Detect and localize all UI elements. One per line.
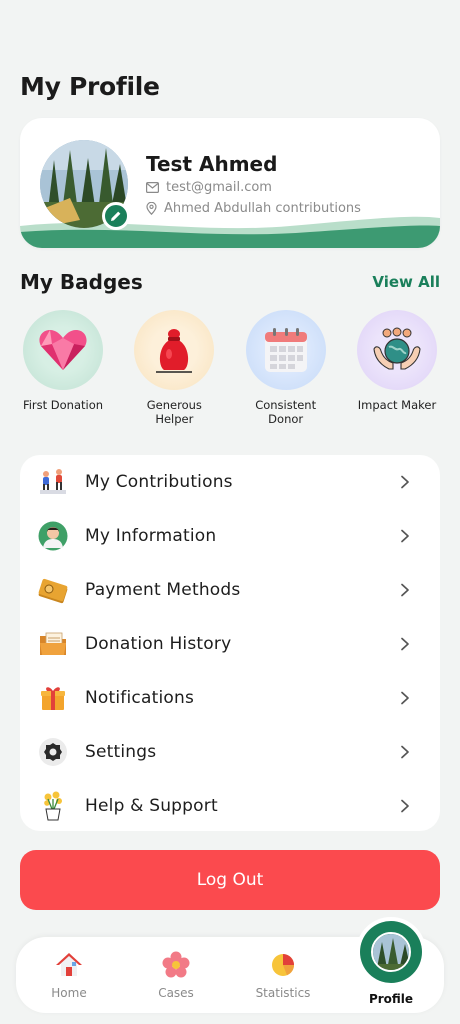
profile-location-row: Ahmed Abdullah contributions xyxy=(146,201,361,216)
badge-label: Impact Maker xyxy=(357,398,437,412)
chevron-right-icon xyxy=(401,529,409,543)
badge-consistent-donor[interactable]: Consistent Donor xyxy=(233,310,339,430)
menu-item-help-support[interactable]: Help & Support xyxy=(20,779,440,833)
menu-label: My Contributions xyxy=(85,472,233,492)
menu-item-donation-history[interactable]: Donation History xyxy=(20,617,440,671)
menu-label: Settings xyxy=(85,742,157,762)
menu-item-payment-methods[interactable]: Payment Methods xyxy=(20,563,440,617)
menu-label: Notifications xyxy=(85,688,194,708)
gear-icon xyxy=(36,735,70,769)
flower-icon xyxy=(162,951,190,978)
menu-label: Help & Support xyxy=(85,796,218,816)
badge-label: First Donation xyxy=(22,398,104,412)
profile-email: test@gmail.com xyxy=(166,180,272,195)
nav-item-cases[interactable]: Cases xyxy=(126,937,226,1013)
badges-title: My Badges xyxy=(20,270,143,294)
bottom-navigation: Home Cases Statistics Profile xyxy=(16,921,444,1013)
flower-pot-icon xyxy=(36,789,70,823)
badge-label: Generous Helper xyxy=(146,398,202,426)
menu-label: Payment Methods xyxy=(85,580,241,600)
chevron-right-icon xyxy=(401,799,409,813)
pencil-icon xyxy=(111,211,121,221)
nav-label-profile: Profile xyxy=(368,992,414,1006)
menu-item-my-contributions[interactable]: My Contributions xyxy=(20,455,440,509)
home-icon xyxy=(56,953,82,976)
chevron-right-icon xyxy=(401,583,409,597)
nav-item-profile[interactable] xyxy=(360,921,422,983)
nav-label: Cases xyxy=(158,986,194,1000)
wallet-icon xyxy=(36,573,70,607)
profile-menu: My Contributions My Information Payment … xyxy=(20,455,440,831)
badge-generous-helper[interactable]: Generous Helper xyxy=(121,310,227,430)
badge-first-donation[interactable]: First Donation xyxy=(10,310,116,430)
edit-profile-button[interactable] xyxy=(102,202,130,230)
nav-item-home[interactable]: Home xyxy=(19,937,119,1013)
profile-avatar[interactable] xyxy=(40,140,130,230)
page-title: My Profile xyxy=(20,72,160,101)
chevron-right-icon xyxy=(401,745,409,759)
menu-item-notifications[interactable]: Notifications xyxy=(20,671,440,725)
badge-label: Consistent Donor xyxy=(255,398,317,426)
location-pin-icon xyxy=(146,202,157,215)
nav-label: Statistics xyxy=(255,986,311,1000)
globe-hands-icon xyxy=(356,310,437,390)
mail-icon xyxy=(146,182,159,193)
badge-impact-maker[interactable]: Impact Maker xyxy=(344,310,450,430)
contributions-icon xyxy=(36,465,70,499)
menu-item-settings[interactable]: Settings xyxy=(20,725,440,779)
chevron-right-icon xyxy=(401,475,409,489)
menu-label: Donation History xyxy=(85,634,232,654)
chevron-right-icon xyxy=(401,637,409,651)
badges-row: First Donation Generous Helper Consisten… xyxy=(10,310,450,430)
profile-location: Ahmed Abdullah contributions xyxy=(164,201,361,216)
folder-icon xyxy=(36,627,70,661)
avatar-icon xyxy=(371,932,411,972)
profile-name: Test Ahmed xyxy=(146,152,278,176)
calendar-icon xyxy=(245,310,326,390)
nav-item-statistics[interactable]: Statistics xyxy=(233,937,333,1013)
menu-item-my-information[interactable]: My Information xyxy=(20,509,440,563)
gift-icon xyxy=(36,681,70,715)
money-bag-icon xyxy=(134,310,215,390)
chevron-right-icon xyxy=(401,691,409,705)
profile-card: Test Ahmed test@gmail.com Ahmed Abdullah… xyxy=(20,118,440,248)
logout-button[interactable]: Log Out xyxy=(20,850,440,910)
nav-label: Home xyxy=(51,986,87,1000)
heart-gem-icon xyxy=(23,310,103,390)
menu-label: My Information xyxy=(85,526,217,546)
view-all-badges-link[interactable]: View All xyxy=(372,273,440,291)
pie-chart-icon xyxy=(272,954,294,976)
profile-email-row: test@gmail.com xyxy=(146,180,272,195)
user-icon xyxy=(36,519,70,553)
